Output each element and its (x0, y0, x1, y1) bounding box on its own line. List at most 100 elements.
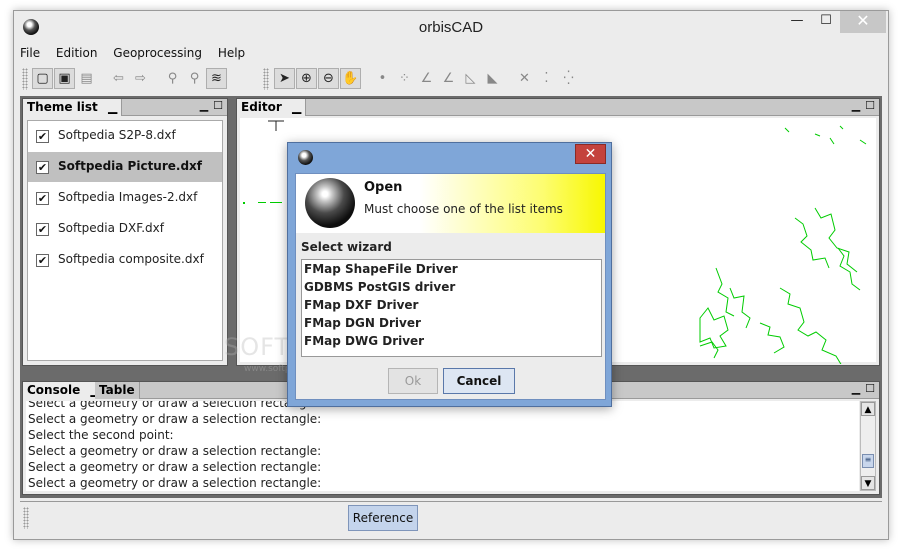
tab-console[interactable]: Console ▁ (23, 382, 105, 399)
panel-minimize-icon[interactable]: ▁ (849, 382, 863, 398)
layer-checkbox[interactable]: ✔ (36, 223, 49, 236)
dialog-close-button[interactable]: ✕ (575, 144, 606, 164)
cancel-button[interactable]: Cancel (443, 368, 515, 394)
zoom-in-icon[interactable]: ⊕ (296, 68, 317, 89)
status-bar: Reference (20, 501, 882, 534)
list-item[interactable]: GDBMS PostGIS driver (302, 278, 601, 296)
point-icon[interactable]: • (372, 68, 393, 89)
layer-checkbox[interactable]: ✔ (36, 254, 49, 267)
layer-label: Softpedia composite.dxf (58, 252, 204, 266)
polygon-icon[interactable]: ◺ (460, 68, 481, 89)
map-point (270, 202, 282, 203)
layers-icon[interactable]: ≋ (206, 68, 227, 89)
zoom-layer-icon[interactable]: ⚲ (162, 68, 183, 89)
save-icon[interactable]: ▤ (76, 68, 97, 89)
menu-help[interactable]: Help (212, 43, 251, 63)
sphere-logo-icon (305, 178, 355, 228)
dialog-message: Must choose one of the list items (364, 202, 563, 216)
console-scrollbar[interactable]: ▲ ≡ ▼ (860, 401, 876, 491)
toolbar-grip[interactable] (22, 68, 28, 90)
scroll-down-icon[interactable]: ▼ (861, 476, 875, 490)
select-wizard-label: Select wizard (301, 240, 392, 254)
ok-button[interactable]: Ok (388, 368, 438, 394)
tab-theme-list-label: Theme list (27, 100, 98, 114)
list-item[interactable]: ✔ Softpedia Images-2.dxf (28, 183, 222, 213)
multipolygon-icon[interactable]: ◣ (482, 68, 503, 89)
panel-minimize-icon[interactable]: ▁ (849, 99, 863, 115)
layer-label: Softpedia Images-2.dxf (58, 190, 198, 204)
layer-checkbox[interactable]: ✔ (36, 130, 49, 143)
map-point (243, 202, 245, 204)
delete-icon[interactable]: ✕ (514, 68, 535, 89)
scroll-thumb[interactable]: ≡ (862, 454, 874, 468)
console-line: Select a geometry or draw a selection re… (28, 412, 322, 426)
tab-editor-label: Editor (241, 100, 282, 114)
layer-label: Softpedia S2P-8.dxf (58, 128, 176, 142)
add-vertex-icon[interactable]: ⁛ (558, 68, 579, 89)
tab-theme-list[interactable]: Theme list ▁ (23, 99, 123, 116)
close-button[interactable]: ✕ (840, 11, 886, 33)
list-item[interactable]: FMap DXF Driver (302, 296, 601, 314)
list-item[interactable]: FMap DWG Driver (302, 332, 601, 350)
new-file-icon[interactable]: ▢ (32, 68, 53, 89)
theme-list: ✔ Softpedia S2P-8.dxf ✔ Softpedia Pictur… (27, 120, 223, 361)
back-arrow-icon[interactable]: ⇦ (108, 68, 129, 89)
open-dialog: ✕ Open Must choose one of the list items… (287, 142, 612, 407)
list-item[interactable]: FMap DGN Driver (302, 314, 601, 332)
theme-list-panel: Theme list ▁ ▁ ☐ ✔ Softpedia S2P-8.dxf ✔… (22, 98, 228, 366)
panel-maximize-icon[interactable]: ☐ (211, 99, 225, 115)
dialog-title-bar: ✕ (288, 143, 611, 170)
console-output[interactable]: Select a geometry or draw a selection re… (26, 401, 859, 491)
zoom-out-icon[interactable]: ⊖ (318, 68, 339, 89)
console-line: Select the second point: (28, 428, 174, 442)
console-line: Select a geometry or draw a selection re… (28, 460, 322, 474)
list-item[interactable]: ✔ Softpedia S2P-8.dxf (28, 121, 222, 151)
title-bar: orbisCAD — ☐ ✕ (14, 11, 888, 43)
tab-editor[interactable]: Editor ▁ (237, 99, 307, 116)
menu-file[interactable]: File (14, 43, 46, 63)
maximize-button[interactable]: ☐ (813, 11, 839, 33)
multipoint-icon[interactable]: ⁘ (394, 68, 415, 89)
pan-hand-icon[interactable]: ✋ (340, 68, 361, 89)
app-logo-icon (298, 150, 313, 165)
zoom-selection-icon[interactable]: ⚲ (184, 68, 205, 89)
list-item[interactable]: FMap ShapeFile Driver (302, 260, 601, 278)
tab-console-label: Console (27, 383, 81, 397)
toolbar-grip[interactable] (263, 68, 269, 90)
reference-button[interactable]: Reference (348, 505, 418, 531)
window-title: orbisCAD (418, 19, 484, 36)
layer-label: Softpedia Picture.dxf (58, 159, 203, 173)
tab-collapse-icon[interactable]: ▁ (292, 100, 301, 114)
panel-header: Editor ▁ ▁ ☐ (237, 99, 879, 116)
panel-header: Theme list ▁ ▁ ☐ (23, 99, 227, 116)
console-line: Select a geometry or draw a selection re… (28, 444, 322, 458)
multiline-icon[interactable]: ∠ (438, 68, 459, 89)
select-pointer-icon[interactable]: ➤ (274, 68, 295, 89)
list-item[interactable]: ✔ Softpedia composite.dxf (28, 245, 222, 275)
move-vertex-icon[interactable]: ⁚ (536, 68, 557, 89)
layer-checkbox[interactable]: ✔ (36, 161, 49, 174)
tab-table[interactable]: Table (95, 382, 140, 399)
statusbar-grip[interactable] (23, 507, 29, 529)
menu-geoprocessing[interactable]: Geoprocessing (107, 43, 208, 63)
panel-maximize-icon[interactable]: ☐ (863, 382, 877, 398)
line-icon[interactable]: ∠ (416, 68, 437, 89)
toolbar: ▢ ▣ ▤ ⇦ ⇨ ⚲ ⚲ ≋ ➤ ⊕ ⊖ ✋ • ⁘ ∠ ∠ ◺ ◣ ✕ ⁚ … (20, 66, 882, 92)
menu-edition[interactable]: Edition (50, 43, 104, 63)
console-line: Select a geometry or draw a selection re… (28, 476, 322, 490)
layer-checkbox[interactable]: ✔ (36, 192, 49, 205)
dialog-heading: Open (364, 180, 403, 195)
panel-minimize-icon[interactable]: ▁ (197, 99, 211, 115)
layer-label: Softpedia DXF.dxf (58, 221, 164, 235)
list-item[interactable]: ✔ Softpedia DXF.dxf (28, 214, 222, 244)
tab-collapse-icon[interactable]: ▁ (108, 100, 117, 114)
driver-list[interactable]: FMap ShapeFile Driver GDBMS PostGIS driv… (301, 259, 602, 357)
forward-arrow-icon[interactable]: ⇨ (130, 68, 151, 89)
list-item[interactable]: ✔ Softpedia Picture.dxf (28, 152, 222, 182)
open-folder-icon[interactable]: ▣ (54, 68, 75, 89)
menu-bar: File Edition Geoprocessing Help (14, 43, 888, 65)
minimize-button[interactable]: — (784, 11, 810, 33)
panel-maximize-icon[interactable]: ☐ (863, 99, 877, 115)
dialog-header: Open Must choose one of the list items (296, 174, 605, 233)
scroll-up-icon[interactable]: ▲ (861, 402, 875, 416)
